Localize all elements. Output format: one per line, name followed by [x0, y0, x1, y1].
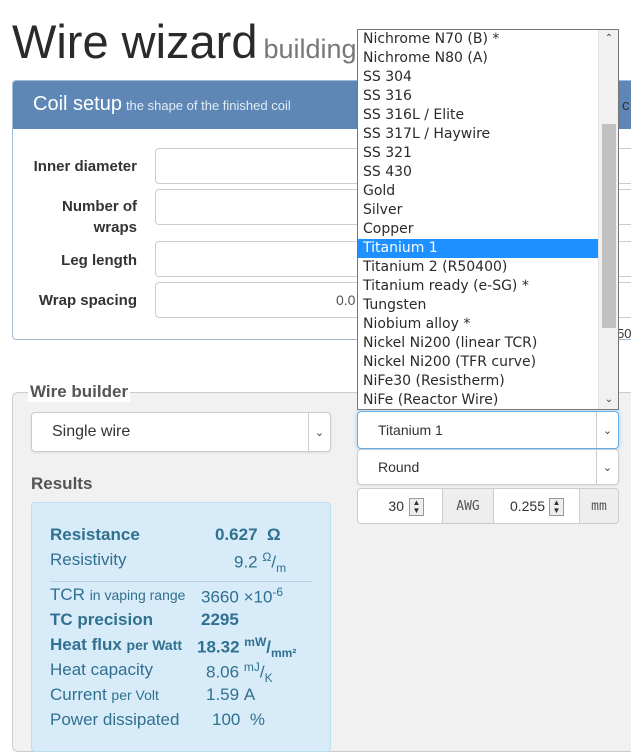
profile-select[interactable]: Round ⌄: [357, 449, 619, 485]
current-value: 1.59 A: [206, 685, 256, 704]
number-of-wraps-label: Number of wraps: [62, 198, 137, 236]
material-option[interactable]: Nickel Ni200 (linear TCR): [358, 334, 598, 353]
diameter-unit: mm: [579, 488, 619, 524]
material-option[interactable]: NiFe30 (Resistherm): [358, 372, 598, 391]
material-option[interactable]: SS 316: [358, 87, 598, 106]
coil-setup-title: Coil setup: [33, 93, 122, 115]
material-option[interactable]: Tungsten: [358, 296, 598, 315]
scroll-down-icon[interactable]: ⌄: [599, 391, 618, 409]
tcr-value: 3660 ×10-6: [201, 585, 284, 607]
material-option[interactable]: Nichrome N70 (B) *: [358, 30, 598, 49]
material-option[interactable]: Gold: [358, 182, 598, 201]
tcr-label: TCR in vaping range: [50, 585, 186, 604]
material-options: Nichrome N70 (B) * Nichrome N80 (A) SS 304…: [358, 30, 618, 409]
profile-value: Round: [378, 459, 420, 475]
tc-precision-value: 2295: [201, 610, 239, 629]
results-box: Resistance 0.627 Ω Resistivity 9.2 Ω/m T…: [31, 502, 331, 752]
wrap-spacing-value: 0.0: [336, 292, 356, 308]
edge-fragment-top: c: [622, 97, 630, 114]
material-option[interactable]: SS 321: [358, 144, 598, 163]
diameter-value: 0.255: [509, 498, 545, 514]
inner-diameter-label: Inner diameter: [33, 158, 137, 175]
material-option[interactable]: Nichrome N80 (A): [358, 49, 598, 68]
results-label: Results: [31, 474, 93, 493]
diameter-input[interactable]: 0.255 ▲ ▼: [493, 488, 580, 524]
tc-precision-label: TC precision: [50, 610, 153, 629]
resistivity-value: 9.2 Ω/m: [234, 550, 287, 576]
results-divider: [50, 581, 312, 582]
power-value: 100 %: [212, 710, 265, 729]
heat-flux-value: 18.32 mW/mm²: [197, 635, 297, 661]
wrap-spacing-label: Wrap spacing: [38, 292, 137, 309]
wire-builder-legend: Wire builder: [28, 382, 131, 402]
scrollbar-thumb[interactable]: [602, 124, 616, 328]
chevron-down-icon: ⌄: [596, 412, 618, 448]
chevron-down-icon: ⌄: [596, 450, 618, 484]
wire-type-value: Single wire: [52, 423, 131, 440]
dropdown-scrollbar[interactable]: ⌃ ⌄: [598, 30, 618, 409]
current-label: Current per Volt: [50, 685, 159, 704]
leg-length-label: Leg length: [61, 252, 137, 269]
resistance-value: 0.627 Ω: [215, 525, 281, 544]
material-value: Titanium 1: [378, 422, 443, 438]
gauge-input[interactable]: 30 ▲ ▼: [357, 488, 443, 524]
material-option[interactable]: SS 316L / Elite: [358, 106, 598, 125]
material-select[interactable]: Titanium 1 ⌄: [357, 411, 619, 449]
page-subtitle: building: [263, 34, 357, 64]
diameter-spinner-icon[interactable]: ▲ ▼: [549, 498, 564, 516]
page-title-text: Wire wizard: [12, 15, 258, 68]
material-option[interactable]: Titanium ready (e-SG) *: [358, 277, 598, 296]
wire-type-select[interactable]: Single wire ⌄: [31, 412, 331, 452]
heat-capacity-label: Heat capacity: [50, 660, 153, 679]
edge-fragment-mid: 50: [617, 326, 631, 341]
heat-capacity-value: 8.06 mJ/K: [206, 660, 273, 686]
scroll-up-icon[interactable]: ⌃: [599, 30, 618, 48]
power-label: Power dissipated: [50, 710, 180, 729]
material-option[interactable]: Niobium alloy *: [358, 315, 598, 334]
material-option[interactable]: Silver: [358, 201, 598, 220]
page-title: Wire wizard building: [12, 14, 357, 69]
resistivity-label: Resistivity: [50, 550, 127, 569]
material-option[interactable]: NiFe (Reactor Wire): [358, 391, 598, 409]
material-option[interactable]: Nickel Ni200 (TFR curve): [358, 353, 598, 372]
material-option[interactable]: Titanium 2 (R50400): [358, 258, 598, 277]
coil-setup-subtitle: the shape of the finished coil: [125, 98, 291, 113]
gauge-value: 30: [388, 498, 404, 514]
gauge-unit: AWG: [442, 488, 494, 524]
material-option[interactable]: Titanium 1: [358, 239, 598, 258]
material-dropdown-list[interactable]: Nichrome N70 (B) * Nichrome N80 (A) SS 304…: [357, 29, 619, 410]
resistance-label: Resistance: [50, 525, 140, 544]
heat-flux-label: Heat flux per Watt: [50, 635, 183, 654]
material-option[interactable]: SS 304: [358, 68, 598, 87]
gauge-spinner-icon[interactable]: ▲ ▼: [409, 498, 424, 516]
chevron-down-icon: ⌄: [308, 413, 330, 451]
material-option[interactable]: Copper: [358, 220, 598, 239]
material-option[interactable]: SS 430: [358, 163, 598, 182]
material-option[interactable]: SS 317L / Haywire: [358, 125, 598, 144]
